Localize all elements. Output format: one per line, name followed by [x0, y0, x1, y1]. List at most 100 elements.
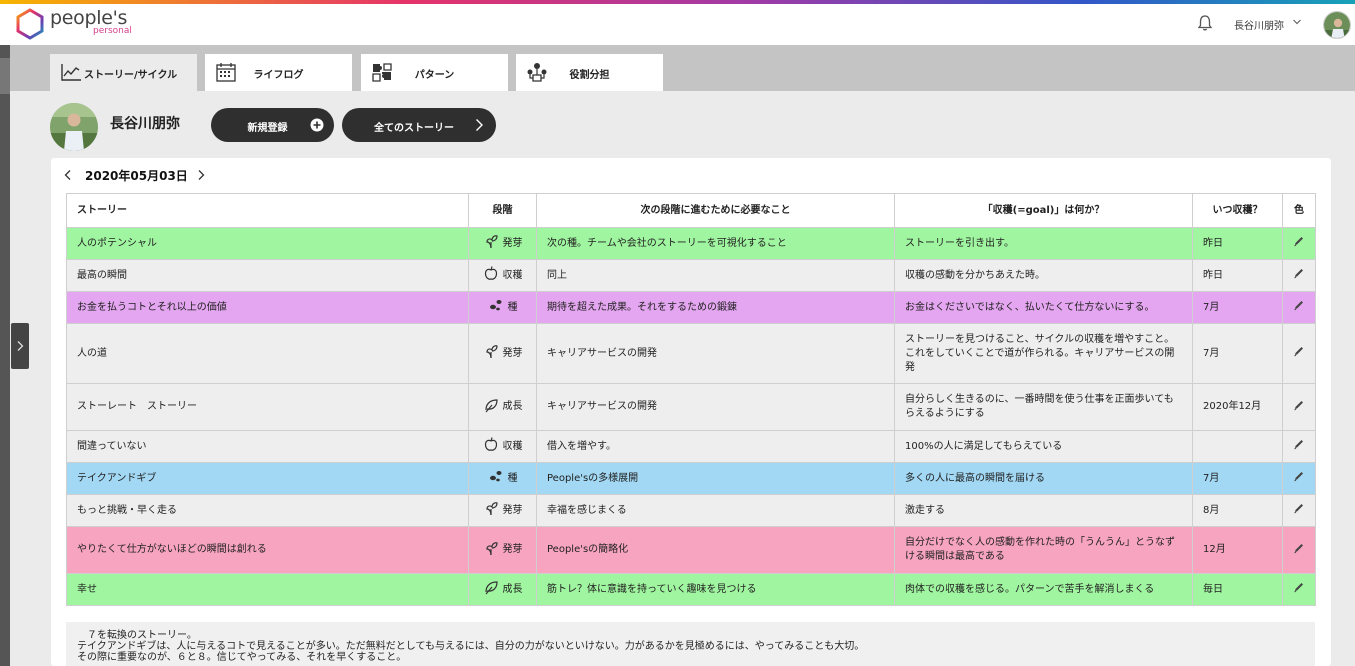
tab-label: 役割分担 [569, 70, 610, 81]
stage-cell: 発芽 [468, 323, 537, 384]
next-step-cell: People'sの多様展開 [536, 462, 895, 495]
drawer-toggle[interactable] [11, 323, 29, 369]
pencil-icon[interactable] [1293, 472, 1305, 485]
table-row[interactable]: 人のポテンシャル 発芽 次の種。チームや会社のストーリーを可視化すること ストーリーを… [66, 227, 1316, 260]
pencil-icon[interactable] [1293, 440, 1305, 453]
next-step-cell: キャリアサービスの開発 [536, 383, 895, 431]
goal-cell: 100%の人に満足してもらえている [894, 430, 1193, 463]
table-row[interactable]: 人の道 発芽 キャリアサービスの開発 ストーリーを見つけること、サイクルの収穫を増やす… [66, 323, 1316, 384]
pencil-icon[interactable] [1293, 347, 1305, 360]
pencil-icon[interactable] [1293, 583, 1305, 596]
all-stories-button[interactable]: 全てのストーリー [342, 108, 496, 142]
table-row[interactable]: 幸せ 成長 筋トレ？体に意識を持っていく趣味を見つける 肉体での収穫を感じる。パターン… [66, 573, 1316, 606]
sprout-icon [483, 500, 499, 521]
when-cell: 8月 [1192, 494, 1283, 527]
story-cell[interactable]: お金を払うコトとそれ以上の価値 [66, 291, 469, 324]
goal-cell: 多くの人に最高の瞬間を届ける [894, 462, 1193, 495]
next-step-cell: 期待を超えた成果。それをするための鍛錬 [536, 291, 895, 324]
tab-lifelog[interactable]: ライフログ [205, 54, 352, 91]
new-story-button[interactable]: 新規登録 [211, 108, 334, 142]
when-cell: 2020年12月 [1192, 383, 1283, 431]
table-row[interactable]: ストーレート ストーリー 成長 キャリアサービスの開発 自分らしく生きるのに、一番時間… [66, 383, 1316, 431]
prev-date-chevron-icon[interactable] [63, 169, 73, 181]
color-cell [1282, 259, 1316, 292]
color-cell [1282, 573, 1316, 606]
pencil-icon[interactable] [1293, 301, 1305, 314]
table-header-row: ストーリー 段階 次の段階に進むために必要なこと 「収穫(=goal)」は何か？… [66, 193, 1316, 228]
memo-line: テイクアンドギブは、人に与えるコトで見えることが多い。ただ無料だとしても与えるに… [77, 641, 865, 652]
table-row[interactable]: テイクアンドギブ 種 People'sの多様展開 多くの人に最高の瞬間を届ける 7月 [66, 462, 1316, 495]
pencil-icon[interactable] [1293, 237, 1305, 250]
stage-cell: 収穫 [468, 259, 537, 292]
story-cell[interactable]: 最高の瞬間 [66, 259, 469, 292]
story-cell[interactable]: 人のポテンシャル [66, 227, 469, 260]
next-date-chevron-icon[interactable] [196, 169, 206, 181]
sprout-icon [483, 540, 499, 561]
next-step-cell: 借入を増やす。 [536, 430, 895, 463]
header-avatar[interactable] [1323, 11, 1351, 39]
story-cell[interactable]: もっと挑戦・早く走る [66, 494, 469, 527]
stage-cell: 成長 [468, 573, 537, 606]
story-cell[interactable]: 間違っていない [66, 430, 469, 463]
pencil-icon[interactable] [1293, 269, 1305, 282]
leaf-icon [483, 397, 499, 418]
apple-icon [483, 265, 499, 286]
bell-icon[interactable] [1196, 14, 1214, 32]
current-date: 2020年05月03日 [85, 169, 188, 183]
pencil-icon[interactable] [1293, 400, 1305, 414]
header-goal: 「収穫(=goal)」は何か？ [894, 193, 1193, 228]
stage-label: 成長 [502, 583, 523, 595]
stage-cell: 成長 [468, 383, 537, 431]
apple-icon [483, 436, 499, 457]
stage-label: 発芽 [502, 347, 523, 359]
next-step-cell: キャリアサービスの開発 [536, 323, 895, 384]
when-cell: 毎日 [1192, 573, 1283, 606]
when-cell [1192, 430, 1283, 463]
logo-icon[interactable] [14, 8, 46, 40]
pencil-icon[interactable] [1293, 543, 1305, 557]
when-cell: 12月 [1192, 526, 1283, 574]
tab-story-cycle[interactable]: ストーリー/サイクル [50, 54, 197, 91]
stage-cell: 発芽 [468, 227, 537, 260]
story-cell[interactable]: 幸せ [66, 573, 469, 606]
next-step-cell: 筋トレ？体に意識を持っていく趣味を見つける [536, 573, 895, 606]
header-story: ストーリー [66, 193, 469, 228]
goal-cell: 肉体での収穫を感じる。パターンで苦手を解消しまくる [894, 573, 1193, 606]
table-row[interactable]: もっと挑戦・早く走る 発芽 幸福を感じまくる 激走する 8月 [66, 494, 1316, 527]
story-cell[interactable]: 人の道 [66, 323, 469, 384]
tab-pattern[interactable]: パターン [361, 54, 508, 91]
stage-cell: 種 [468, 462, 537, 495]
color-cell [1282, 323, 1316, 384]
goal-cell: ストーリーを見つけること、サイクルの収穫を増やすこと。これをしていくことで道が作… [894, 323, 1193, 384]
when-cell: 昨日 [1192, 227, 1283, 260]
sprout-icon [483, 233, 499, 254]
header-stage: 段階 [468, 193, 537, 228]
pencil-icon[interactable] [1293, 504, 1305, 517]
story-cell[interactable]: ストーレート ストーリー [66, 383, 469, 431]
top-header: people's personal 長谷川朋弥 [0, 4, 1355, 45]
tab-label: ストーリー/サイクル [84, 70, 178, 81]
brand-sub: personal [93, 26, 132, 36]
sprout-icon [483, 343, 499, 364]
table-row[interactable]: やりたくて仕方がないほどの瞬間は創れる 発芽 People'sの簡略化 自分だけでなく… [66, 526, 1316, 574]
seed-icon [488, 468, 504, 489]
table-row[interactable]: 最高の瞬間 収穫 同上 収穫の感動を分かちあえた時。 昨日 [66, 259, 1316, 292]
memo-line: その際に重要なのが、６と８。信じてやってみる、それを早くすること。 [77, 652, 407, 663]
stage-cell: 収穫 [468, 430, 537, 463]
seed-icon [488, 297, 504, 318]
story-cell[interactable]: テイクアンドギブ [66, 462, 469, 495]
table-row[interactable]: 間違っていない 収穫 借入を増やす。 100%の人に満足してもらえている [66, 430, 1316, 463]
tab-roles[interactable]: 役割分担 [516, 54, 663, 91]
story-cell[interactable]: やりたくて仕方がないほどの瞬間は創れる [66, 526, 469, 574]
header-user-name[interactable]: 長谷川朋弥 [1234, 17, 1284, 32]
chart-line-icon [61, 64, 81, 81]
stage-label: 発芽 [502, 544, 523, 555]
chevron-down-icon[interactable] [1292, 17, 1302, 27]
when-cell: 7月 [1192, 462, 1283, 495]
color-cell [1282, 526, 1316, 574]
table-row[interactable]: お金を払うコトとそれ以上の価値 種 期待を超えた成果。それをするための鍛錬 お金はくだ… [66, 291, 1316, 324]
stage-cell: 発芽 [468, 526, 537, 574]
color-cell [1282, 383, 1316, 431]
tab-label: ライフログ [253, 70, 304, 81]
chevron-right-icon [17, 341, 24, 351]
